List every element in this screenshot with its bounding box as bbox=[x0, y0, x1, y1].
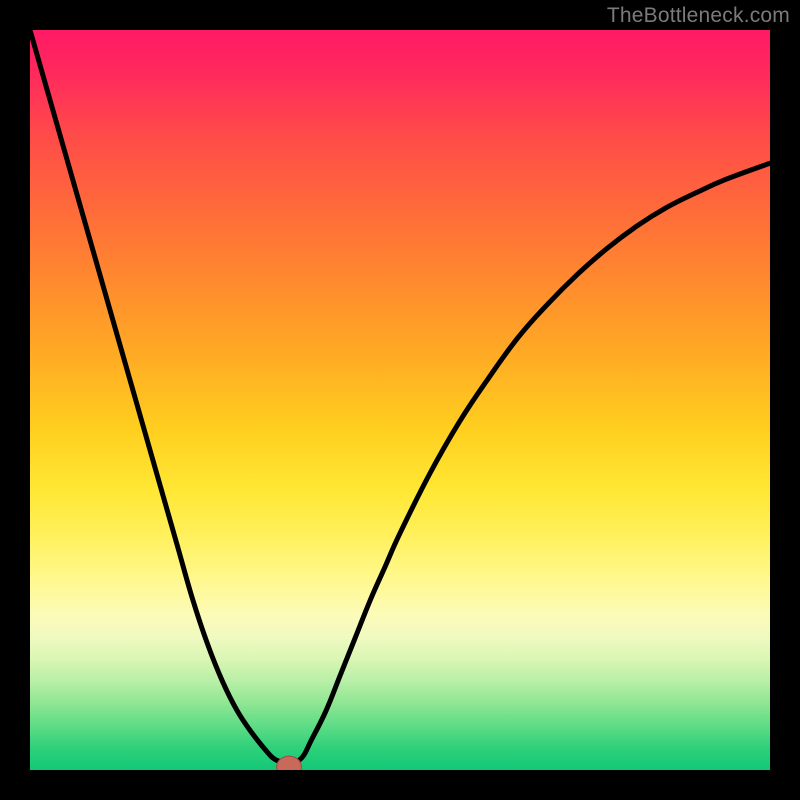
minimum-marker bbox=[277, 756, 302, 770]
curve-svg bbox=[30, 30, 770, 770]
chart-stage: TheBottleneck.com bbox=[0, 0, 800, 800]
plot-area bbox=[30, 30, 770, 770]
watermark-text: TheBottleneck.com bbox=[607, 4, 790, 28]
bottleneck-curve bbox=[30, 30, 770, 770]
